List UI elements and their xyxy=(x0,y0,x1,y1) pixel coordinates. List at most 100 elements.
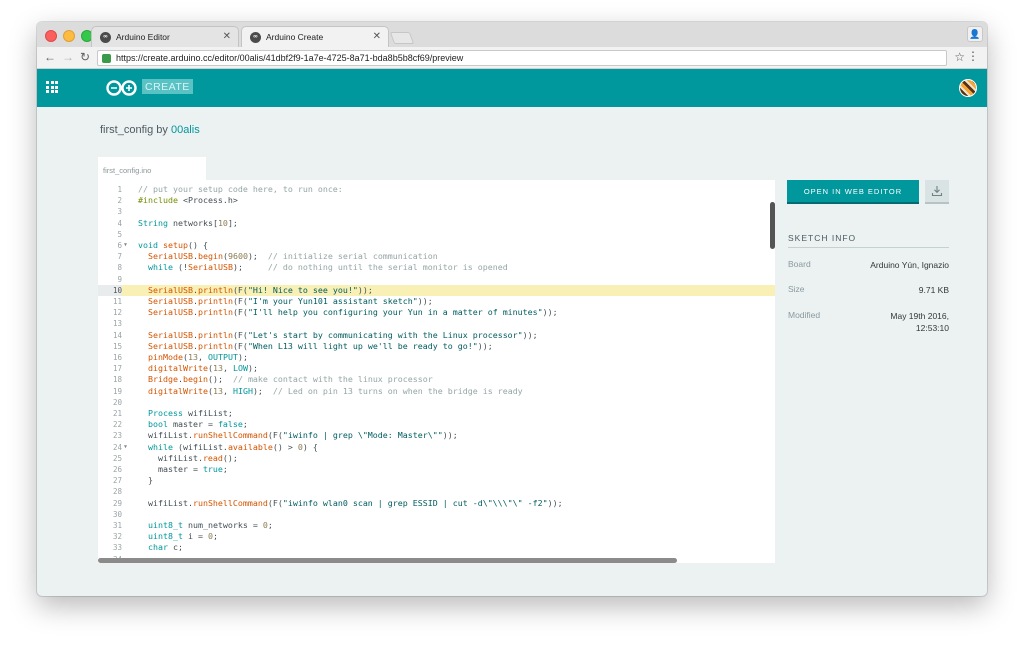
code-line[interactable]: 10 SerialUSB.println(F("Hi! Nice to see … xyxy=(98,284,775,296)
code-line[interactable]: 31 uint8_t num_networks = 0; xyxy=(98,520,775,531)
line-number: 17 xyxy=(112,364,122,374)
code-line[interactable]: 7 SerialUSB.begin(9600); // initialize s… xyxy=(98,251,775,262)
code-line[interactable]: 14 SerialUSB.println(F("Let's start by c… xyxy=(98,330,775,341)
info-value: Arduino Yún, Ignazio xyxy=(870,260,949,270)
code-text: digitalWrite(13, HIGH); // Led on pin 13… xyxy=(148,385,523,396)
code-line[interactable]: 9 xyxy=(98,274,775,285)
code-line[interactable]: 32 uint8_t i = 0; xyxy=(98,531,775,542)
code-text: SerialUSB.println(F("I'll help you confi… xyxy=(148,307,558,318)
user-avatar[interactable] xyxy=(959,79,977,97)
code-line[interactable]: 24 ▼ while (wifiList.available() > 0) { xyxy=(98,442,775,453)
code-text: String networks[10]; xyxy=(138,217,238,228)
forward-arrow-icon[interactable]: → xyxy=(62,50,74,64)
close-icon[interactable]: ✕ xyxy=(223,31,231,42)
tab-strip: ∞ Arduino Editor ✕ ∞ Arduino Create ✕ 👤 xyxy=(37,22,987,47)
line-number: 32 xyxy=(112,532,122,542)
profile-icon[interactable]: 👤 xyxy=(967,26,983,42)
lock-icon xyxy=(102,53,111,63)
code-text: pinMode(13, OUTPUT); xyxy=(148,352,248,362)
code-line[interactable]: 1 // put your setup code here, to run onc… xyxy=(98,184,775,195)
address-bar[interactable]: https://create.arduino.cc/editor/00alis/… xyxy=(97,50,947,66)
code-text: uint8_t num_networks = 0; xyxy=(148,520,273,530)
line-number: 20 xyxy=(112,397,122,407)
line-number: 29 xyxy=(112,498,122,508)
code-text: Bridge.begin(); // make contact with the… xyxy=(148,374,433,385)
line-number: 28 xyxy=(112,487,122,497)
line-number: 5 xyxy=(117,229,122,239)
download-icon xyxy=(931,186,943,197)
author-link[interactable]: 00alis xyxy=(171,124,200,136)
minimize-window-button[interactable] xyxy=(63,30,75,42)
sketch-title: first_config by 00alis xyxy=(100,124,200,136)
info-key: Board xyxy=(788,259,811,269)
code-line[interactable]: 5 xyxy=(98,229,775,240)
code-line[interactable]: 27 } xyxy=(98,475,775,486)
code-line[interactable]: 6 ▼ void setup() { xyxy=(98,240,775,251)
tab-label: Arduino Editor xyxy=(116,32,170,42)
code-line[interactable]: 25 wifiList.read(); xyxy=(98,453,775,464)
line-number: 14 xyxy=(112,330,122,340)
code-line[interactable]: 20 xyxy=(98,397,775,408)
tab-arduino-editor[interactable]: ∞ Arduino Editor ✕ xyxy=(91,26,239,47)
arduino-logo-icon[interactable] xyxy=(105,79,138,97)
horizontal-scrollbar[interactable] xyxy=(98,558,677,563)
code-line[interactable]: 4 String networks[10]; xyxy=(98,218,775,229)
close-window-button[interactable] xyxy=(45,30,57,42)
code-line[interactable]: 21 Process wifiList; xyxy=(98,408,775,419)
more-menu-icon[interactable]: ⋮ xyxy=(967,49,979,63)
create-badge[interactable]: CREATE xyxy=(142,79,193,94)
code-line[interactable]: 2 #include <Process.h> xyxy=(98,195,775,206)
code-text: } xyxy=(138,475,153,486)
code-line[interactable]: 19 digitalWrite(13, HIGH); // Led on pin… xyxy=(98,386,775,397)
line-number: 23 xyxy=(112,431,122,441)
code-line[interactable]: 33 char c; xyxy=(98,542,775,553)
download-button[interactable] xyxy=(925,180,949,204)
tab-arduino-create[interactable]: ∞ Arduino Create ✕ xyxy=(241,26,389,47)
code-line[interactable]: 8 while (!SerialUSB); // do nothing unti… xyxy=(98,262,775,273)
file-tab[interactable]: first_config.ino xyxy=(98,157,206,180)
url-text: https://create.arduino.cc/editor/00alis/… xyxy=(116,53,464,63)
code-text: wifiList.runShellCommand(F("iwinfo wlan0… xyxy=(138,497,563,508)
vertical-scrollbar[interactable] xyxy=(770,202,775,249)
code-editor[interactable]: 1 // put your setup code here, to run onc… xyxy=(98,180,775,563)
line-number: 13 xyxy=(112,319,122,329)
code-line[interactable]: 28 xyxy=(98,486,775,497)
code-text: SerialUSB.println(F("When L13 will light… xyxy=(148,340,493,351)
line-number: 12 xyxy=(112,308,122,318)
new-tab-button[interactable] xyxy=(389,32,415,44)
bookmark-star-icon[interactable]: ☆ xyxy=(954,50,965,64)
line-number: 26 xyxy=(112,465,122,474)
code-line[interactable]: 11 SerialUSB.println(F("I'm your Yun101 … xyxy=(98,296,775,307)
code-text: Process wifiList; xyxy=(148,408,233,418)
info-value: May 19th 2016, 12:53:10 xyxy=(890,311,949,333)
info-value: 9.71 KB xyxy=(918,285,949,295)
fold-arrow-icon[interactable]: ▼ xyxy=(124,442,127,453)
code-line[interactable]: 3 xyxy=(98,206,775,217)
line-number: 7 xyxy=(117,252,122,262)
code-line[interactable]: 16 pinMode(13, OUTPUT); xyxy=(98,352,775,363)
code-line[interactable]: 23 wifiList.runShellCommand(F("iwinfo | … xyxy=(98,430,775,441)
code-line[interactable]: 22 bool master = false; xyxy=(98,419,775,430)
code-line[interactable]: 12 SerialUSB.println(F("I'll help you co… xyxy=(98,307,775,318)
open-in-web-editor-button[interactable]: OPEN IN WEB EDITOR xyxy=(787,180,919,204)
fold-arrow-icon[interactable]: ▼ xyxy=(124,240,127,251)
code-line[interactable]: 13 xyxy=(98,318,775,329)
code-line[interactable]: 17 digitalWrite(13, LOW); xyxy=(98,363,775,374)
line-number: 22 xyxy=(112,420,122,430)
app-header: CREATE xyxy=(37,69,987,107)
code-line[interactable]: 26 master = true; xyxy=(98,464,775,475)
reload-icon[interactable]: ↻ xyxy=(80,50,90,64)
code-text: SerialUSB.println(F("Hi! Nice to see you… xyxy=(148,284,373,295)
code-text: wifiList.read(); xyxy=(138,452,238,463)
code-line[interactable]: 15 SerialUSB.println(F("When L13 will li… xyxy=(98,341,775,352)
apps-grid-icon[interactable] xyxy=(46,81,58,93)
code-text: while (!SerialUSB); // do nothing until … xyxy=(148,262,508,273)
line-number: 15 xyxy=(112,341,122,351)
line-number: 1 xyxy=(117,185,122,194)
back-arrow-icon[interactable]: ← xyxy=(44,50,56,64)
code-text: while (wifiList.available() > 0) { xyxy=(148,441,318,452)
code-line[interactable]: 29 wifiList.runShellCommand(F("iwinfo wl… xyxy=(98,498,775,509)
close-icon[interactable]: ✕ xyxy=(373,31,381,42)
code-line[interactable]: 30 xyxy=(98,509,775,520)
code-line[interactable]: 18 Bridge.begin(); // make contact with … xyxy=(98,374,775,385)
